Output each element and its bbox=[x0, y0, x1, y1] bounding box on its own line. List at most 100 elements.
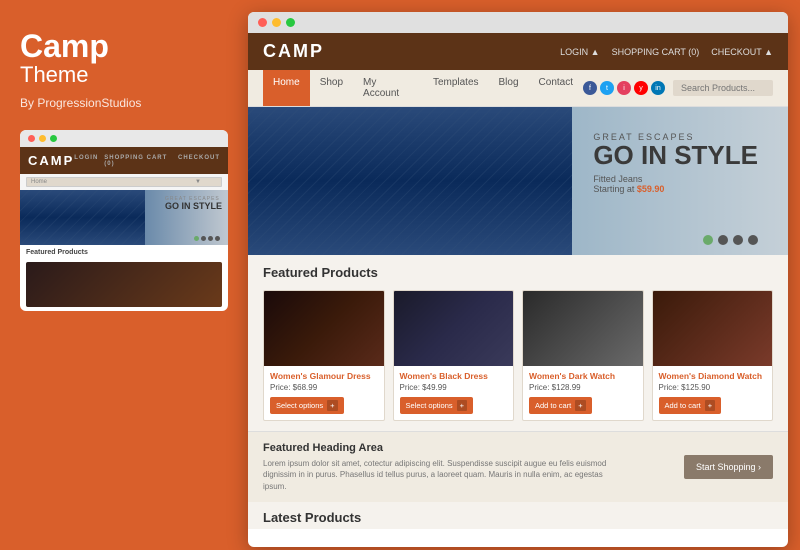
nav-my-account[interactable]: My Account bbox=[353, 70, 423, 106]
mini-topbar: Home ▼ bbox=[20, 174, 228, 190]
mini-product-img bbox=[26, 262, 222, 307]
plus-icon-1: + bbox=[327, 400, 337, 411]
hero-dot-1[interactable] bbox=[703, 235, 713, 245]
social-icon-4[interactable]: y bbox=[634, 81, 648, 95]
browser-dot-yellow bbox=[272, 18, 281, 27]
product-image-2 bbox=[394, 291, 514, 366]
site-logo: CAMP bbox=[263, 41, 324, 62]
hero-jeans-texture bbox=[248, 107, 572, 255]
nav-right: f t i y in bbox=[583, 80, 773, 96]
product-price-3: Price: $128.99 bbox=[529, 383, 637, 392]
mini-dot-green bbox=[50, 135, 57, 142]
hero-price: $59.90 bbox=[637, 184, 665, 194]
social-icon-3[interactable]: i bbox=[617, 81, 631, 95]
product-image-1 bbox=[264, 291, 384, 366]
product-info-3: Women's Dark Watch Price: $128.99 bbox=[523, 366, 643, 392]
browser-dot-green bbox=[286, 18, 295, 27]
nav-contact[interactable]: Contact bbox=[529, 70, 583, 106]
featured-area: Featured Heading Area Lorem ipsum dolor … bbox=[248, 431, 788, 502]
mini-dot-4 bbox=[215, 236, 220, 241]
mini-checkout: CHECKOUT bbox=[178, 155, 220, 167]
social-icon-5[interactable]: in bbox=[651, 81, 665, 95]
hero-product: Fitted Jeans Starting at $59.90 bbox=[593, 174, 758, 194]
mini-nav: CAMP LOGIN SHOPPING CART (0) CHECKOUT bbox=[20, 147, 228, 174]
login-link[interactable]: LOGIN ▲ bbox=[560, 47, 599, 57]
nav-blog[interactable]: Blog bbox=[489, 70, 529, 106]
checkout-link[interactable]: CHECKOUT ▲ bbox=[711, 47, 773, 57]
plus-icon-4: + bbox=[705, 400, 715, 411]
mini-dot-yellow bbox=[39, 135, 46, 142]
product-btn-1[interactable]: Select options + bbox=[270, 397, 344, 414]
browser-bar bbox=[248, 12, 788, 33]
header-actions: LOGIN ▲ SHOPPING CART (0) CHECKOUT ▲ bbox=[560, 47, 773, 57]
mini-product-row bbox=[20, 260, 228, 311]
mini-hero-dots bbox=[194, 236, 220, 241]
by-text: By ProgressionStudios bbox=[20, 96, 228, 110]
featured-title: Featured Products bbox=[263, 265, 773, 280]
products-row: Women's Glamour Dress Price: $68.99 Sele… bbox=[263, 290, 773, 421]
social-icon-2[interactable]: t bbox=[600, 81, 614, 95]
nav-home[interactable]: Home bbox=[263, 70, 310, 106]
hero-text: GREAT ESCAPES GO IN STYLE Fitted Jeans S… bbox=[593, 132, 758, 194]
mini-logo: CAMP bbox=[28, 153, 74, 168]
mini-dot-3 bbox=[208, 236, 213, 241]
product-price-2: Price: $49.99 bbox=[400, 383, 508, 392]
social-icons: f t i y in bbox=[583, 81, 665, 95]
start-shopping-button[interactable]: Start Shopping › bbox=[684, 455, 773, 479]
product-name-1: Women's Glamour Dress bbox=[270, 371, 378, 381]
hero-dot-2[interactable] bbox=[718, 235, 728, 245]
product-name-3: Women's Dark Watch bbox=[529, 371, 637, 381]
mini-dot-2 bbox=[201, 236, 206, 241]
theme-title: Camp bbox=[20, 30, 228, 62]
featured-area-content: Featured Heading Area Lorem ipsum dolor … bbox=[263, 442, 684, 492]
nav-templates[interactable]: Templates bbox=[423, 70, 489, 106]
left-panel: Camp Theme By ProgressionStudios CAMP LO… bbox=[0, 0, 248, 550]
social-icon-1[interactable]: f bbox=[583, 81, 597, 95]
product-card-3: Women's Dark Watch Price: $128.99 Add to… bbox=[522, 290, 644, 421]
mini-jeans bbox=[20, 190, 145, 245]
featured-section: Featured Products Women's Glamour Dress … bbox=[248, 255, 788, 431]
featured-area-text: Lorem ipsum dolor sit amet, cotectur adi… bbox=[263, 458, 613, 492]
product-info-1: Women's Glamour Dress Price: $68.99 bbox=[264, 366, 384, 392]
nav-shop[interactable]: Shop bbox=[310, 70, 353, 106]
hero-dots bbox=[703, 235, 758, 245]
product-name-4: Women's Diamond Watch bbox=[659, 371, 767, 381]
featured-area-title: Featured Heading Area bbox=[263, 442, 684, 454]
mini-featured-title: Featured Products bbox=[20, 245, 228, 260]
search-input[interactable] bbox=[673, 80, 773, 96]
product-price-1: Price: $68.99 bbox=[270, 383, 378, 392]
nav-links: Home Shop My Account Templates Blog Cont… bbox=[263, 70, 583, 106]
mini-browser-bar bbox=[20, 130, 228, 147]
product-card-1: Women's Glamour Dress Price: $68.99 Sele… bbox=[263, 290, 385, 421]
product-btn-4[interactable]: Add to cart + bbox=[659, 397, 722, 414]
mini-dropdown: Home ▼ bbox=[26, 177, 222, 187]
product-card-2: Women's Black Dress Price: $49.99 Select… bbox=[393, 290, 515, 421]
product-btn-2[interactable]: Select options + bbox=[400, 397, 474, 414]
mini-hero: GREAT ESCAPES GO IN STYLE bbox=[20, 190, 228, 245]
browser-dot-red bbox=[258, 18, 267, 27]
mini-browser: CAMP LOGIN SHOPPING CART (0) CHECKOUT Ho… bbox=[20, 130, 228, 311]
product-info-4: Women's Diamond Watch Price: $125.90 bbox=[653, 366, 773, 392]
hero-slider: GREAT ESCAPES GO IN STYLE Fitted Jeans S… bbox=[248, 107, 788, 255]
product-name-2: Women's Black Dress bbox=[400, 371, 508, 381]
product-image-4 bbox=[653, 291, 773, 366]
product-btn-3[interactable]: Add to cart + bbox=[529, 397, 592, 414]
hero-dot-4[interactable] bbox=[748, 235, 758, 245]
hero-dot-3[interactable] bbox=[733, 235, 743, 245]
mini-cart: SHOPPING CART (0) bbox=[104, 155, 172, 167]
plus-icon-3: + bbox=[575, 400, 585, 411]
plus-icon-2: + bbox=[457, 400, 467, 411]
mini-dot-red bbox=[28, 135, 35, 142]
product-info-2: Women's Black Dress Price: $49.99 bbox=[394, 366, 514, 392]
main-browser: CAMP LOGIN ▲ SHOPPING CART (0) CHECKOUT … bbox=[248, 12, 788, 547]
site-nav: Home Shop My Account Templates Blog Cont… bbox=[248, 70, 788, 107]
site-header: CAMP LOGIN ▲ SHOPPING CART (0) CHECKOUT … bbox=[248, 33, 788, 70]
cart-link[interactable]: SHOPPING CART (0) bbox=[612, 47, 700, 57]
theme-subtitle: Theme bbox=[20, 62, 228, 88]
mini-product bbox=[26, 262, 222, 307]
mini-login: LOGIN bbox=[74, 155, 98, 167]
product-price-4: Price: $125.90 bbox=[659, 383, 767, 392]
latest-title: Latest Products bbox=[248, 502, 788, 529]
hero-headline: GO IN STYLE bbox=[593, 142, 758, 168]
product-card-4: Women's Diamond Watch Price: $125.90 Add… bbox=[652, 290, 774, 421]
